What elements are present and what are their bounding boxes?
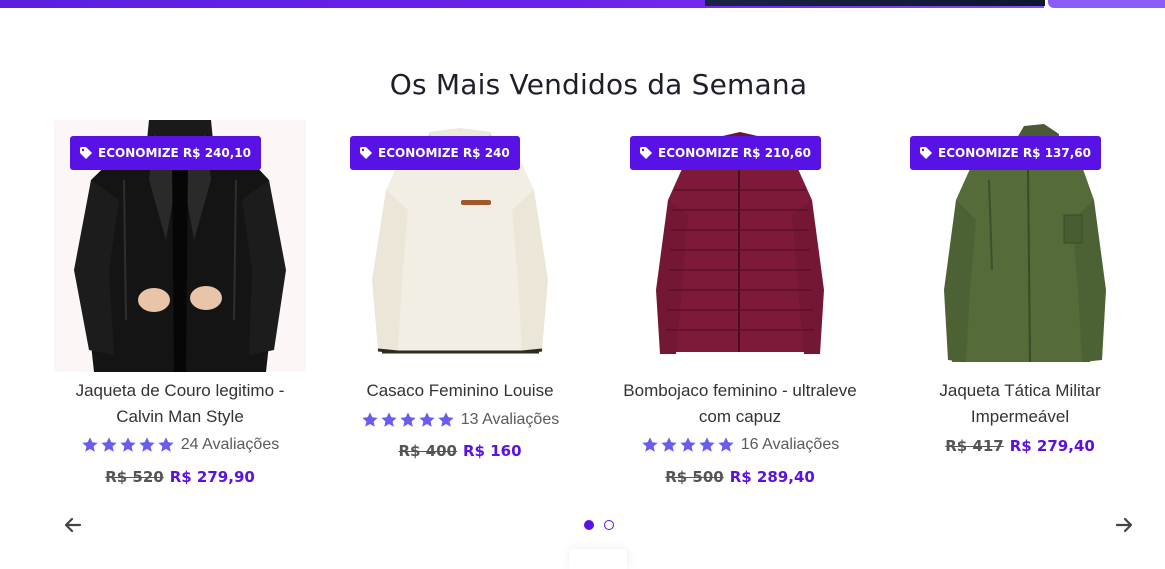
rating-count: 13 Avaliações xyxy=(460,411,560,428)
product-name[interactable]: Casaco Feminino Louise xyxy=(334,378,586,404)
carousel-dot-1[interactable] xyxy=(584,520,594,530)
product-name[interactable]: Jaqueta de Couro legitimo - Calvin Man S… xyxy=(54,378,306,430)
product-name-line[interactable]: Impermeável xyxy=(894,404,1146,430)
banner-side-tab[interactable] xyxy=(1048,0,1165,8)
discount-badge-text: ECONOMIZE R$ 137,60 xyxy=(938,146,1092,160)
rating-count: 24 Avaliações xyxy=(180,436,280,453)
star-icon xyxy=(400,412,416,427)
product-name-line[interactable]: Jaqueta de Couro legitimo - xyxy=(54,378,306,404)
product-name-line[interactable]: Casaco Feminino Louise xyxy=(334,378,586,404)
product-name[interactable]: Bombojaco feminino - ultraleve com capuz xyxy=(614,378,866,430)
sale-price: R$ 279,90 xyxy=(169,468,255,486)
product-price: R$ 400 R$ 160 xyxy=(334,442,586,460)
sale-price: R$ 279,40 xyxy=(1009,437,1095,455)
star-icon xyxy=(139,437,155,452)
tag-icon xyxy=(80,147,92,159)
product-rating: 24 Avaliações xyxy=(54,436,306,454)
product-rating: 13 Avaliações xyxy=(334,411,586,429)
rating-count: 16 Avaliações xyxy=(740,436,840,453)
star-icon xyxy=(381,412,397,427)
discount-badge-text: ECONOMIZE R$ 210,60 xyxy=(658,146,812,160)
discount-badge: ECONOMIZE R$ 137,60 xyxy=(910,136,1102,170)
star-icon xyxy=(438,412,454,427)
rating-stars xyxy=(81,436,176,454)
arrow-right-icon[interactable] xyxy=(1114,515,1134,535)
sale-price: R$ 160 xyxy=(463,442,522,460)
discount-badge: ECONOMIZE R$ 240,10 xyxy=(70,136,262,170)
tag-icon xyxy=(360,147,372,159)
discount-badge: ECONOMIZE R$ 210,60 xyxy=(630,136,822,170)
star-icon xyxy=(642,437,658,452)
old-price: R$ 500 xyxy=(665,468,724,486)
rating-stars xyxy=(361,411,456,429)
star-icon xyxy=(419,412,435,427)
star-icon xyxy=(718,437,734,452)
product-name-line[interactable]: Calvin Man Style xyxy=(54,404,306,430)
star-icon xyxy=(362,412,378,427)
star-icon xyxy=(101,437,117,452)
old-price: R$ 400 xyxy=(398,442,457,460)
tag-icon xyxy=(640,147,652,159)
product-name-line[interactable]: com capuz xyxy=(614,404,866,430)
product-price: R$ 417 R$ 279,40 xyxy=(894,437,1146,455)
sale-price: R$ 289,40 xyxy=(729,468,815,486)
product-name-line[interactable]: Bombojaco feminino - ultraleve xyxy=(614,378,866,404)
product-rating: 16 Avaliações xyxy=(614,436,866,454)
old-price: R$ 417 xyxy=(945,437,1004,455)
discount-badge-text: ECONOMIZE R$ 240,10 xyxy=(98,146,252,160)
product-name-line[interactable]: Jaqueta Tática Militar xyxy=(894,378,1146,404)
product-price: R$ 500 R$ 289,40 xyxy=(614,468,866,486)
top-banner-strip xyxy=(0,0,1165,8)
product-price: R$ 520 R$ 279,90 xyxy=(54,468,306,486)
old-price: R$ 520 xyxy=(105,468,164,486)
product-name[interactable]: Jaqueta Tática Militar Impermeável xyxy=(894,378,1146,430)
star-icon xyxy=(680,437,696,452)
carousel-dot-2[interactable] xyxy=(604,520,614,530)
section-title: Os Mais Vendidos da Semana xyxy=(389,68,808,101)
rating-stars xyxy=(641,436,736,454)
discount-badge-text: ECONOMIZE R$ 240 xyxy=(378,146,510,160)
floating-widget-edge[interactable] xyxy=(569,549,627,569)
star-icon xyxy=(82,437,98,452)
tag-icon xyxy=(920,147,932,159)
star-icon xyxy=(120,437,136,452)
arrow-left-icon[interactable] xyxy=(63,515,83,535)
star-icon xyxy=(699,437,715,452)
banner-image-edge xyxy=(705,0,1045,6)
star-icon xyxy=(158,437,174,452)
discount-badge: ECONOMIZE R$ 240 xyxy=(350,136,520,170)
star-icon xyxy=(661,437,677,452)
